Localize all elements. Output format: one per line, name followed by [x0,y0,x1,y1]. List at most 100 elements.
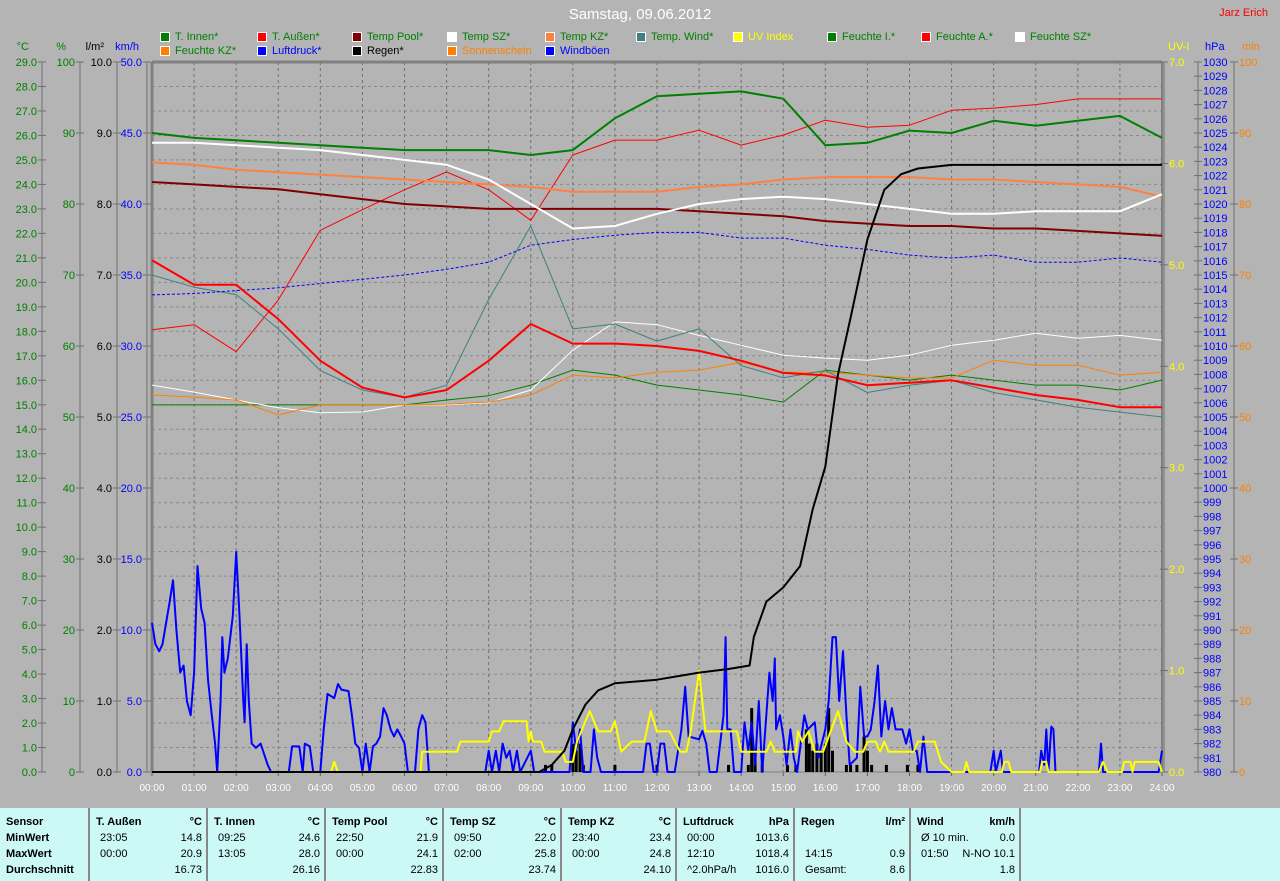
axis-tick-label-hum: 10 [63,696,75,708]
stat-value: 25.8 [534,848,556,860]
axis-tick-label-press: 1018 [1203,227,1227,239]
axis-tick-label-press: 1030 [1203,57,1227,69]
axis-tick-label-temp: 11.0 [16,498,37,510]
axis-tick-label-press: 986 [1203,682,1221,694]
x-tick-label: 18:00 [897,783,922,794]
axis-tick-label-hum: 70 [63,270,75,282]
stat-time: 00:00 [336,848,364,860]
axis-tick-label-sun: 100 [1239,57,1257,69]
rain-bar [807,743,811,772]
axis-tick-label-press: 1015 [1203,270,1227,282]
axis-tick-label-wind: 20.0 [121,483,142,495]
stat-value: 16.73 [174,864,202,876]
stat-value: 20.9 [180,848,202,860]
stat-value: 8.6 [889,864,905,876]
stat-time: 14:15 [805,848,833,860]
axis-tick-label-temp: 2.0 [22,718,37,730]
stat-time: 22:50 [336,832,364,844]
rain-bar [884,764,888,772]
axis-tick-label-rain: 2.0 [97,625,112,637]
x-tick-label: 07:00 [434,783,459,794]
axis-title-temp: °C [17,41,29,53]
axis-tick-label-sun: 40 [1239,483,1251,495]
axis-tick-label-rain: 9.0 [97,128,112,140]
stat-value: 0.0 [999,832,1015,844]
axis-tick-label-press: 1026 [1203,114,1227,126]
stat-time: 23:05 [100,832,128,844]
axis-tick-label-wind: 15.0 [121,554,142,566]
axis-tick-label-hum: 80 [63,199,75,211]
axis-tick-label-temp: 25.0 [16,155,37,167]
stat-time: Ø 10 min. [921,832,969,844]
stat-unit: km/h [989,816,1015,828]
x-tick-label: 20:00 [981,783,1006,794]
stat-title: Temp Pool [332,816,388,828]
axis-tick-label-temp: 24.0 [16,179,37,191]
stat-time: 13:05 [218,848,246,860]
x-tick-label: 11:00 [603,783,628,794]
axis-tick-label-rain: 8.0 [97,199,112,211]
axis-tick-label-press: 998 [1203,511,1221,523]
axis-tick-label-press: 1000 [1203,483,1227,495]
stat-title: Regen [801,816,835,828]
rain-bar [613,764,617,772]
axis-tick-label-press: 1010 [1203,341,1227,353]
stat-value: 1018.4 [755,848,789,860]
axis-tick-label-press: 1002 [1203,455,1227,467]
stat-section: Temp KZ °C 23:40 23.4 00:00 24.8 24.10 [562,808,677,881]
stat-time: 02:00 [454,848,482,860]
x-tick-label: 22:00 [1065,783,1090,794]
axis-tick-label-press: 992 [1203,597,1221,609]
sensor-header: Sensor [6,816,44,828]
axis-tick-label-sun: 50 [1239,412,1251,424]
axis-tick-label-press: 984 [1203,710,1221,722]
rain-bar [830,750,834,772]
axis-tick-label-temp: 21.0 [16,253,37,265]
axis-tick-label-temp: 26.0 [16,130,37,142]
axis-tick-label-press: 1011 [1203,327,1227,339]
x-tick-label: 02:00 [224,783,249,794]
stat-unit: °C [425,816,438,828]
axis-tick-label-press: 1006 [1203,398,1227,410]
stat-time: Gesamt: [805,864,847,876]
x-tick-label: 10:00 [560,783,585,794]
axis-tick-label-uv: 4.0 [1169,361,1184,373]
series-temp-sz [152,141,1163,230]
axis-tick-label-hum: 90 [63,128,75,140]
axis-title-hum: % [56,41,66,53]
x-tick-label: 23:00 [1107,783,1132,794]
axis-tick-label-sun: 60 [1239,341,1251,353]
axis-tick-label-press: 989 [1203,639,1221,651]
stat-value: 28.0 [298,848,320,860]
axis-tick-label-temp: 6.0 [22,620,37,632]
axis-tick-label-press: 1012 [1203,313,1227,325]
axis-tick-label-rain: 3.0 [97,554,112,566]
axis-tick-label-press: 999 [1203,497,1221,509]
axis-tick-label-hum: 60 [63,341,75,353]
stat-time: 09:50 [454,832,482,844]
axis-tick-label-temp: 1.0 [22,743,37,755]
axis-tick-label-temp: 16.0 [16,375,37,387]
rain-bar [905,764,909,772]
rain-bar [865,750,869,772]
axis-tick-label-temp: 7.0 [22,596,37,608]
axis-tick-label-press: 1003 [1203,440,1227,452]
axis-tick-label-hum: 30 [63,554,75,566]
axis-title-uv: UV-I [1168,41,1189,53]
axis-tick-label-wind: 40.0 [121,199,142,211]
axis-tick-label-sun: 70 [1239,270,1251,282]
stat-title: Temp KZ [568,816,615,828]
stat-time: ^2.0hPa/h [687,864,737,876]
axis-tick-label-temp: 19.0 [16,302,37,314]
axis-tick-label-press: 983 [1203,724,1221,736]
x-tick-label: 14:00 [729,783,754,794]
stat-value: 24.6 [298,832,320,844]
rain-bar [785,764,789,772]
axis-tick-label-temp: 9.0 [22,547,37,559]
stat-time: 23:40 [572,832,600,844]
axis-tick-label-rain: 4.0 [97,483,112,495]
avg-label: Durchschnitt [6,864,74,876]
rain-bar [844,764,848,772]
x-tick-label: 00:00 [139,783,164,794]
x-tick-label: 17:00 [855,783,880,794]
